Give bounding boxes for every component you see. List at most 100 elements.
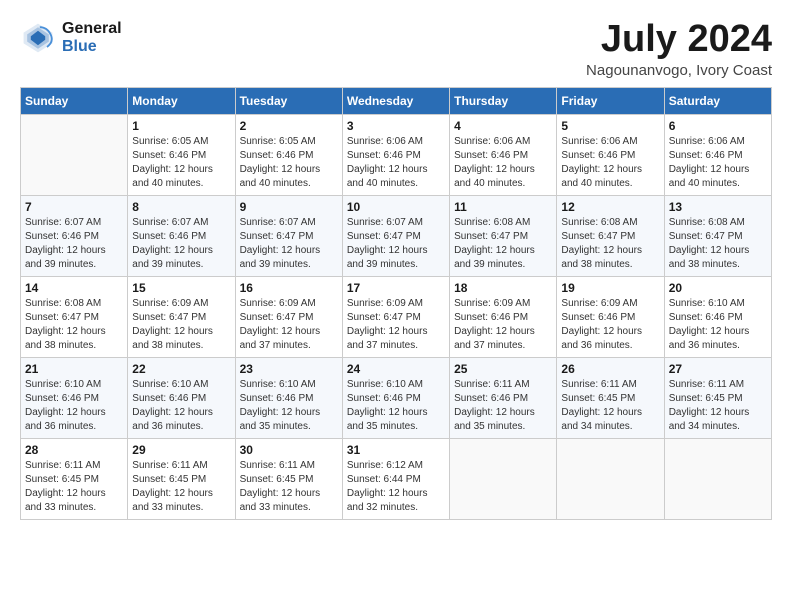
day-number: 31: [347, 443, 445, 457]
day-number: 18: [454, 281, 552, 295]
calendar-day-cell: 30Sunrise: 6:11 AM Sunset: 6:45 PM Dayli…: [235, 439, 342, 520]
weekday-header-cell: Friday: [557, 88, 664, 115]
calendar-day-cell: 23 Sunrise: 6:10 AM Sunset: 6:46 PM Dayli…: [235, 358, 342, 439]
day-info: Sunrise: 6:10 AM Sunset: 6:46 PM Dayligh…: [669, 297, 767, 353]
calendar-day-cell: 4 Sunrise: 6:06 AM Sunset: 6:46 PM Daylig…: [450, 115, 557, 196]
calendar-table: SundayMondayTuesdayWednesdayThursdayFrid…: [20, 87, 772, 520]
day-number: 11: [454, 200, 552, 214]
calendar-week-row: 14 Sunrise: 6:08 AM Sunset: 6:47 PM Dayli…: [21, 277, 772, 358]
calendar-day-cell: 25Sunrise: 6:11 AM Sunset: 6:46 PM Dayli…: [450, 358, 557, 439]
weekday-header-cell: Wednesday: [342, 88, 449, 115]
day-number: 13: [669, 200, 767, 214]
day-info: Sunrise: 6:06 AM Sunset: 6:46 PM Dayligh…: [669, 135, 767, 191]
calendar-day-cell: 19Sunrise: 6:09 AM Sunset: 6:46 PM Dayli…: [557, 277, 664, 358]
day-number: 15: [132, 281, 230, 295]
calendar-day-cell: 15 Sunrise: 6:09 AM Sunset: 6:47 PM Dayli…: [128, 277, 235, 358]
day-info: Sunrise: 6:11 AM Sunset: 6:45 PM Dayligh…: [132, 459, 230, 515]
day-info: Sunrise: 6:08 AM Sunset: 6:47 PM Dayligh…: [669, 216, 767, 272]
day-info: Sunrise: 6:11 AM Sunset: 6:45 PM Dayligh…: [669, 378, 767, 434]
day-info: Sunrise: 6:08 AM Sunset: 6:47 PM Dayligh…: [25, 297, 123, 353]
calendar-day-cell: 9Sunrise: 6:07 AM Sunset: 6:47 PM Daylig…: [235, 196, 342, 277]
day-number: 3: [347, 119, 445, 133]
calendar-day-cell: 26 Sunrise: 6:11 AM Sunset: 6:45 PM Dayli…: [557, 358, 664, 439]
calendar-day-cell: 7 Sunrise: 6:07 AM Sunset: 6:46 PM Daylig…: [21, 196, 128, 277]
day-info: Sunrise: 6:09 AM Sunset: 6:46 PM Dayligh…: [454, 297, 552, 353]
logo: General Blue: [20, 20, 122, 56]
day-number: 29: [132, 443, 230, 457]
day-number: 9: [240, 200, 338, 214]
day-info: Sunrise: 6:08 AM Sunset: 6:47 PM Dayligh…: [561, 216, 659, 272]
calendar-day-cell: 20 Sunrise: 6:10 AM Sunset: 6:46 PM Dayli…: [664, 277, 771, 358]
day-number: 2: [240, 119, 338, 133]
calendar-day-cell: 21Sunrise: 6:10 AM Sunset: 6:46 PM Dayli…: [21, 358, 128, 439]
calendar-day-cell: 28Sunrise: 6:11 AM Sunset: 6:45 PM Dayli…: [21, 439, 128, 520]
day-info: Sunrise: 6:07 AM Sunset: 6:47 PM Dayligh…: [347, 216, 445, 272]
weekday-header-cell: Sunday: [21, 88, 128, 115]
calendar-day-cell: [21, 115, 128, 196]
weekday-header-cell: Saturday: [664, 88, 771, 115]
calendar-week-row: 21Sunrise: 6:10 AM Sunset: 6:46 PM Dayli…: [21, 358, 772, 439]
calendar-day-cell: 22Sunrise: 6:10 AM Sunset: 6:46 PM Dayli…: [128, 358, 235, 439]
calendar-day-cell: 31 Sunrise: 6:12 AM Sunset: 6:44 PM Dayli…: [342, 439, 449, 520]
location-subtitle: Nagounanvogo, Ivory Coast: [586, 62, 772, 79]
day-number: 6: [669, 119, 767, 133]
day-info: Sunrise: 6:06 AM Sunset: 6:46 PM Dayligh…: [347, 135, 445, 191]
day-number: 25: [454, 362, 552, 376]
day-number: 26: [561, 362, 659, 376]
calendar-day-cell: 3 Sunrise: 6:06 AM Sunset: 6:46 PM Daylig…: [342, 115, 449, 196]
day-info: Sunrise: 6:10 AM Sunset: 6:46 PM Dayligh…: [347, 378, 445, 434]
weekday-header-cell: Thursday: [450, 88, 557, 115]
day-number: 17: [347, 281, 445, 295]
calendar-day-cell: [664, 439, 771, 520]
day-info: Sunrise: 6:10 AM Sunset: 6:46 PM Dayligh…: [240, 378, 338, 434]
calendar-day-cell: 16Sunrise: 6:09 AM Sunset: 6:47 PM Dayli…: [235, 277, 342, 358]
page-header: General Blue July 2024 Nagounanvogo, Ivo…: [20, 20, 772, 79]
weekday-header-cell: Monday: [128, 88, 235, 115]
day-info: Sunrise: 6:12 AM Sunset: 6:44 PM Dayligh…: [347, 459, 445, 515]
logo-icon: [20, 20, 56, 56]
day-info: Sunrise: 6:05 AM Sunset: 6:46 PM Dayligh…: [132, 135, 230, 191]
weekday-header-row: SundayMondayTuesdayWednesdayThursdayFrid…: [21, 88, 772, 115]
calendar-day-cell: [450, 439, 557, 520]
calendar-day-cell: 1 Sunrise: 6:05 AM Sunset: 6:46 PM Daylig…: [128, 115, 235, 196]
day-info: Sunrise: 6:08 AM Sunset: 6:47 PM Dayligh…: [454, 216, 552, 272]
day-number: 19: [561, 281, 659, 295]
day-number: 10: [347, 200, 445, 214]
day-number: 30: [240, 443, 338, 457]
calendar-day-cell: 29 Sunrise: 6:11 AM Sunset: 6:45 PM Dayli…: [128, 439, 235, 520]
day-info: Sunrise: 6:11 AM Sunset: 6:45 PM Dayligh…: [25, 459, 123, 515]
day-number: 20: [669, 281, 767, 295]
calendar-day-cell: 2Sunrise: 6:05 AM Sunset: 6:46 PM Daylig…: [235, 115, 342, 196]
day-number: 5: [561, 119, 659, 133]
logo-text: General Blue: [62, 20, 122, 55]
calendar-day-cell: 12 Sunrise: 6:08 AM Sunset: 6:47 PM Dayli…: [557, 196, 664, 277]
calendar-day-cell: 13 Sunrise: 6:08 AM Sunset: 6:47 PM Dayli…: [664, 196, 771, 277]
calendar-day-cell: 14 Sunrise: 6:08 AM Sunset: 6:47 PM Dayli…: [21, 277, 128, 358]
calendar-day-cell: 11 Sunrise: 6:08 AM Sunset: 6:47 PM Dayli…: [450, 196, 557, 277]
calendar-day-cell: 27 Sunrise: 6:11 AM Sunset: 6:45 PM Dayli…: [664, 358, 771, 439]
calendar-week-row: 1 Sunrise: 6:05 AM Sunset: 6:46 PM Daylig…: [21, 115, 772, 196]
day-info: Sunrise: 6:09 AM Sunset: 6:47 PM Dayligh…: [240, 297, 338, 353]
day-number: 4: [454, 119, 552, 133]
day-number: 27: [669, 362, 767, 376]
day-info: Sunrise: 6:10 AM Sunset: 6:46 PM Dayligh…: [132, 378, 230, 434]
day-number: 8: [132, 200, 230, 214]
calendar-week-row: 28Sunrise: 6:11 AM Sunset: 6:45 PM Dayli…: [21, 439, 772, 520]
day-number: 14: [25, 281, 123, 295]
day-number: 23: [240, 362, 338, 376]
calendar-day-cell: [557, 439, 664, 520]
day-info: Sunrise: 6:09 AM Sunset: 6:47 PM Dayligh…: [132, 297, 230, 353]
calendar-day-cell: 10 Sunrise: 6:07 AM Sunset: 6:47 PM Dayli…: [342, 196, 449, 277]
calendar-body: 1 Sunrise: 6:05 AM Sunset: 6:46 PM Daylig…: [21, 115, 772, 520]
calendar-day-cell: 24Sunrise: 6:10 AM Sunset: 6:46 PM Dayli…: [342, 358, 449, 439]
day-info: Sunrise: 6:11 AM Sunset: 6:45 PM Dayligh…: [561, 378, 659, 434]
title-block: July 2024 Nagounanvogo, Ivory Coast: [586, 20, 772, 79]
day-number: 7: [25, 200, 123, 214]
day-info: Sunrise: 6:06 AM Sunset: 6:46 PM Dayligh…: [454, 135, 552, 191]
day-number: 12: [561, 200, 659, 214]
calendar-day-cell: 8 Sunrise: 6:07 AM Sunset: 6:46 PM Daylig…: [128, 196, 235, 277]
day-info: Sunrise: 6:07 AM Sunset: 6:46 PM Dayligh…: [25, 216, 123, 272]
day-info: Sunrise: 6:06 AM Sunset: 6:46 PM Dayligh…: [561, 135, 659, 191]
day-number: 1: [132, 119, 230, 133]
day-info: Sunrise: 6:07 AM Sunset: 6:46 PM Dayligh…: [132, 216, 230, 272]
